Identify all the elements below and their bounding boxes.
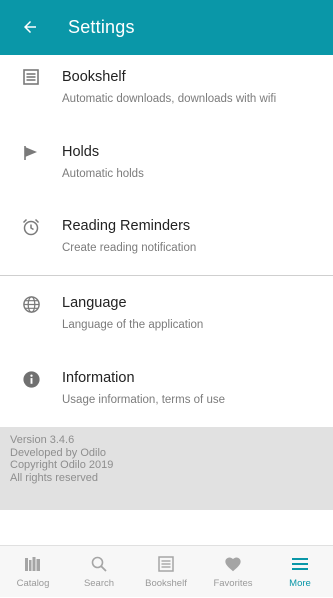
- copyright-text: Copyright Odilo 2019: [10, 459, 114, 471]
- nav-label: Bookshelf: [145, 578, 187, 589]
- back-button[interactable]: [18, 15, 42, 39]
- page-title: Settings: [68, 17, 135, 37]
- settings-screen: Settings Bookshelf Automatic downloads, …: [0, 0, 333, 597]
- version-info: Version 3.4.6 Developed by Odilo Copyrig…: [0, 427, 333, 510]
- menu-icon: [288, 554, 312, 574]
- settings-item-subtitle: Language of the application: [62, 319, 204, 331]
- nav-more[interactable]: More: [267, 546, 333, 598]
- nav-label: More: [289, 578, 311, 589]
- nav-search[interactable]: Search: [66, 546, 132, 598]
- section-divider: [0, 275, 333, 276]
- info-icon: [20, 368, 42, 390]
- settings-item-subtitle: Automatic holds: [62, 168, 144, 180]
- arrow-left-icon: [24, 21, 36, 33]
- settings-item-subtitle: Usage information, terms of use: [62, 394, 225, 406]
- catalog-icon: [21, 554, 45, 574]
- settings-item-title: Language: [62, 295, 127, 311]
- bookshelf-icon: [20, 66, 42, 88]
- flag-icon: [20, 142, 42, 164]
- nav-label: Favorites: [213, 578, 253, 589]
- nav-favorites[interactable]: Favorites: [200, 546, 266, 598]
- nav-bookshelf[interactable]: Bookshelf: [133, 546, 199, 598]
- app-bar: Settings: [0, 0, 333, 55]
- nav-catalog[interactable]: Catalog: [0, 546, 66, 598]
- rights-text: All rights reserved: [10, 471, 99, 484]
- settings-item-title: Information: [62, 370, 135, 386]
- settings-item-bookshelf[interactable]: Bookshelf Automatic downloads, downloads…: [0, 55, 333, 125]
- nav-label: Search: [83, 578, 115, 589]
- version-text: Version 3.4.6: [10, 434, 75, 446]
- bottom-navigation: Catalog Search Bookshelf Favorites More: [0, 545, 333, 597]
- developer-text: Developed by Odilo: [10, 446, 107, 459]
- globe-icon: [20, 293, 42, 315]
- nav-label: Catalog: [16, 578, 50, 589]
- settings-item-reading-reminders[interactable]: Reading Reminders Create reading notific…: [0, 201, 333, 271]
- settings-item-title: Holds: [62, 144, 100, 160]
- settings-item-subtitle: Automatic downloads, downloads with wifi: [62, 93, 277, 105]
- bookshelf-icon: [154, 554, 178, 574]
- settings-item-title: Reading Reminders: [62, 218, 191, 234]
- alarm-clock-icon: [20, 216, 42, 238]
- settings-item-language[interactable]: Language Language of the application: [0, 277, 333, 347]
- settings-item-holds[interactable]: Holds Automatic holds: [0, 128, 333, 198]
- search-icon: [87, 554, 111, 574]
- heart-icon: [221, 554, 245, 574]
- settings-item-subtitle: Create reading notification: [62, 242, 197, 254]
- settings-item-information[interactable]: Information Usage information, terms of …: [0, 353, 333, 423]
- settings-item-title: Bookshelf: [62, 69, 126, 85]
